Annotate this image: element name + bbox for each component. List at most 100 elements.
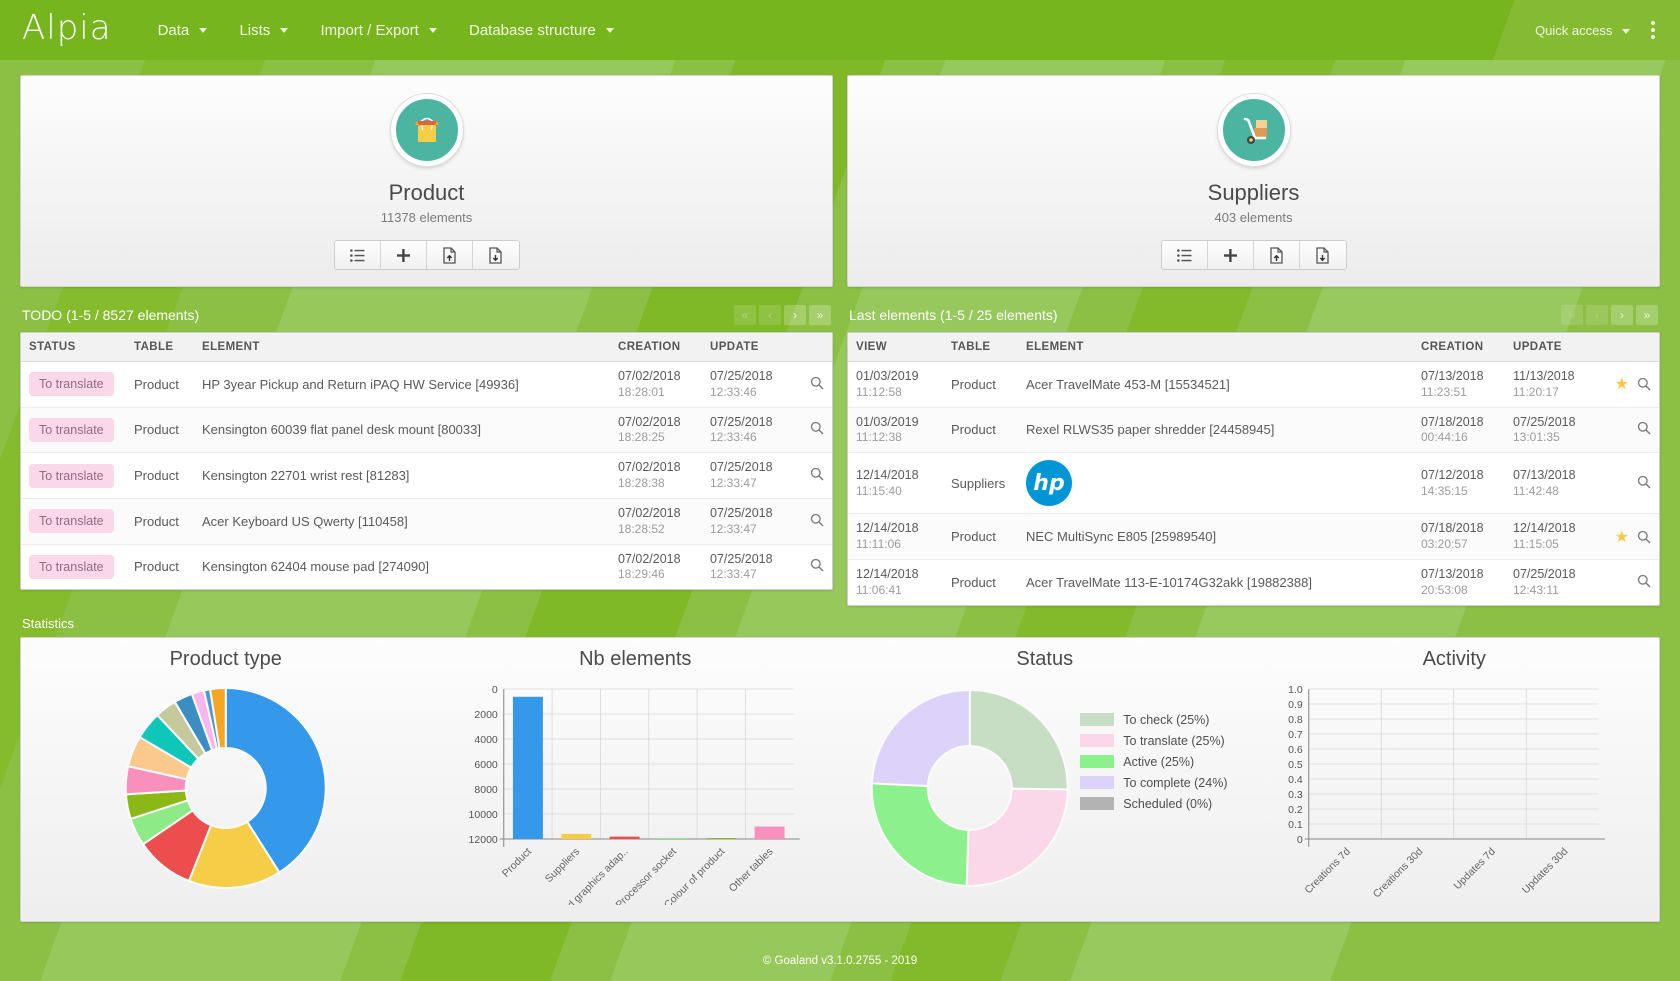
last-col-update: UPDATE [1505, 333, 1597, 362]
search-icon[interactable] [1637, 475, 1651, 492]
todo-creation-cell: 07/02/2018 18:29:46 [618, 551, 681, 582]
last-update-cell: 12/14/2018 11:15:05 [1505, 513, 1597, 560]
suppliers-list-button[interactable] [1161, 241, 1208, 269]
table-row[interactable]: 12/14/2018 11:11:06 Product NEC MultiSync… [848, 513, 1659, 560]
legend-item-to-translate: To translate (25%) [1080, 734, 1227, 748]
table-row[interactable]: To translate Product HP 3year Pickup and… [21, 361, 832, 408]
last-elements-table: VIEW TABLE ELEMENT CREATION UPDATE 01/03… [848, 333, 1659, 605]
todo-pager-last[interactable]: » [809, 305, 831, 325]
todo-actions-cell [794, 361, 832, 408]
product-add-button[interactable] [380, 241, 427, 269]
quick-access-label: Quick access [1535, 22, 1613, 38]
todo-table-cell: Product [134, 559, 179, 575]
svg-text:4000: 4000 [474, 734, 498, 746]
last-creation-cell: 07/13/2018 11:23:51 [1413, 361, 1505, 408]
search-icon[interactable] [810, 467, 824, 484]
todo-element-cell: Kensington 60039 flat panel desk mount [… [194, 407, 610, 454]
product-import-button[interactable] [426, 241, 473, 269]
app-logo[interactable]: Alpia [22, 11, 112, 50]
todo-pager-next[interactable]: › [784, 305, 806, 325]
svg-text:0.4: 0.4 [1288, 774, 1303, 786]
last-pager-first[interactable]: « [1561, 305, 1583, 325]
favorite-star-icon[interactable]: ★ [1615, 529, 1629, 546]
todo-actions-cell [794, 407, 832, 454]
svg-text:0.6: 0.6 [1288, 744, 1303, 756]
search-icon[interactable] [810, 513, 824, 530]
search-icon[interactable] [810, 421, 824, 438]
entity-card-product[interactable]: Product 11378 elements [20, 75, 833, 287]
last-col-view: VIEW [848, 333, 943, 362]
chevron-down-icon [199, 28, 208, 34]
table-row[interactable]: 01/03/2019 11:12:38 Product Rexel RLWS35 … [848, 407, 1659, 454]
menu-item-lists[interactable]: Lists [223, 12, 304, 49]
entity-card-product-count: 11378 elements [380, 210, 473, 225]
chart-activity: Activity 1.0 0.9 0.8 0.7 0.6 0.5 0.4 0.3 0.2 0.1 0… [1250, 638, 1660, 921]
table-row[interactable]: To translate Product Acer Keyboard US Qw… [21, 498, 832, 545]
svg-text:Suppliers: Suppliers [542, 845, 581, 884]
chevron-down-icon [429, 28, 437, 34]
last-table-cell: Product [943, 513, 1018, 560]
chevron-down-icon [1622, 28, 1630, 34]
last-update-cell: 07/25/2018 13:01:35 [1505, 407, 1597, 454]
last-pager-prev[interactable]: ‹ [1586, 305, 1608, 325]
todo-status-cell: To translate [21, 544, 126, 589]
todo-pager-first[interactable]: « [734, 305, 756, 325]
todo-creation-cell: 07/02/2018 18:28:25 [610, 407, 702, 454]
todo-status-cell: To translate [21, 498, 126, 545]
legend-label: Active (25%) [1123, 754, 1195, 769]
svg-text:12000: 12000 [468, 834, 497, 846]
quick-access-dropdown[interactable]: Quick access [1525, 15, 1640, 46]
last-table-cell: Suppliers [943, 452, 1018, 515]
legend-item-to-check: To check (25%) [1080, 713, 1227, 727]
suppliers-add-button[interactable] [1207, 241, 1254, 269]
last-elements-panel: Last elements (1-5 / 25 elements) « ‹ › … [847, 301, 1660, 606]
activity-bar-chart: 1.00.90.80.70.60.50.40.30.20.10Creations… [1288, 684, 1605, 900]
last-elements-panel-header: Last elements (1-5 / 25 elements) « ‹ › … [847, 301, 1660, 332]
table-row[interactable]: 01/03/2019 11:12:58 Product Acer TravelMa… [848, 361, 1659, 408]
last-pager-last[interactable]: » [1636, 305, 1658, 325]
chart-nb-elements: Nb elements 0 2000 4000 6000 8000 10000 12000 P… [431, 638, 841, 938]
product-export-button[interactable] [472, 241, 519, 269]
search-icon[interactable] [1637, 421, 1651, 438]
todo-pager-prev[interactable]: ‹ [759, 305, 781, 325]
suppliers-import-button[interactable] [1253, 241, 1300, 269]
last-creation-cell: 07/12/2018 14:35:15 [1413, 452, 1505, 515]
todo-col-creation: CREATION [610, 333, 702, 362]
chart-status-title: Status [1016, 647, 1074, 670]
entity-cards-row: Product 11378 elements Suppliers 403 ele… [20, 60, 1660, 287]
svg-text:Other tables: Other tables [726, 845, 775, 894]
search-icon[interactable] [1637, 377, 1651, 394]
menu-item-database-structure[interactable]: Database structure [453, 12, 630, 49]
svg-text:6000: 6000 [474, 759, 498, 771]
last-table-cell: Product [943, 361, 1018, 408]
todo-actions-cell [794, 498, 832, 545]
main-menu: Data Lists Import / Export Database stru… [142, 12, 630, 49]
menu-item-import-export[interactable]: Import / Export [304, 12, 453, 49]
chart-status-area: To check (25%) To translate (25%) Active… [844, 675, 1246, 905]
statistics-label: Statistics [22, 615, 75, 631]
favorite-star-icon[interactable]: ★ [1615, 376, 1629, 393]
table-row[interactable]: To translate Product Kensington 22701 wr… [21, 452, 832, 499]
last-table-cell: Product [943, 407, 1018, 454]
last-pager-next[interactable]: › [1611, 305, 1633, 325]
search-icon[interactable] [810, 558, 824, 575]
search-icon[interactable] [810, 376, 824, 393]
table-row[interactable]: 12/14/2018 11:06:41 Product Acer TravelMa… [848, 559, 1659, 604]
table-row[interactable]: 12/14/2018 11:15:40 Suppliers hp 07/12/20… [848, 452, 1659, 515]
search-icon[interactable] [1637, 530, 1651, 547]
product-type-donut [124, 686, 327, 889]
legend-label: Scheduled (0%) [1123, 796, 1213, 811]
entity-card-suppliers[interactable]: Suppliers 403 elements [847, 75, 1660, 287]
menu-item-data[interactable]: Data [142, 12, 224, 49]
kebab-menu-icon[interactable] [1640, 15, 1666, 45]
todo-actions-cell [794, 544, 832, 589]
last-elements-pagination: « ‹ › » [1561, 305, 1658, 325]
table-row[interactable]: To translate Product Kensington 60039 fl… [21, 407, 832, 454]
search-icon[interactable] [1637, 574, 1651, 591]
svg-text:2000: 2000 [474, 709, 498, 721]
product-list-button[interactable] [334, 241, 381, 269]
legend-item-scheduled: Scheduled (0%) [1080, 797, 1227, 811]
table-row[interactable]: To translate Product Kensington 62404 mo… [21, 544, 832, 589]
suppliers-export-button[interactable] [1299, 241, 1346, 269]
last-col-creation: CREATION [1413, 333, 1505, 362]
